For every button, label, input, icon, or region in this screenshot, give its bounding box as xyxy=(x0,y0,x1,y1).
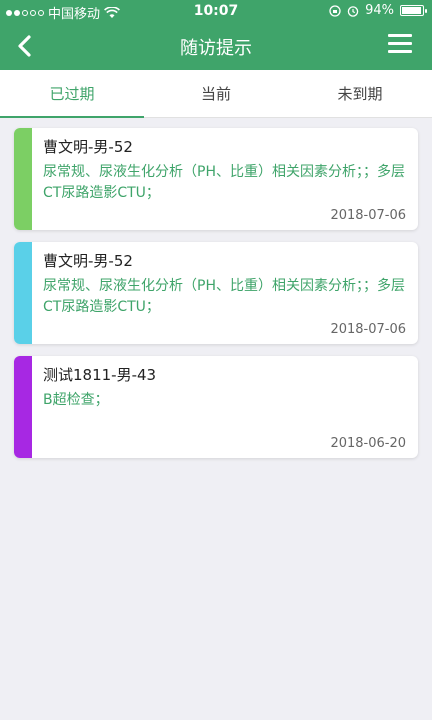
status-bar: 中国移动 10:07 94% xyxy=(0,0,432,22)
active-tab-indicator xyxy=(0,116,144,118)
exam-description: 尿常规、尿液生化分析（PH、比重）相关因素分析；；多层CT尿路造影CTU； xyxy=(43,164,405,201)
rotation-lock-icon xyxy=(329,4,341,17)
followup-list: 曹文明-男-52 尿常规、尿液生化分析（PH、比重）相关因素分析；；多层CT尿路… xyxy=(14,128,418,470)
followup-card[interactable]: 测试1811-男-43 B超检查； 2018-06-20 xyxy=(14,356,418,458)
alarm-icon xyxy=(347,5,359,17)
followup-date: 2018-07-06 xyxy=(330,322,406,337)
patient-name: 曹文明-男-52 xyxy=(43,252,133,270)
tab-bar: 已过期 当前 未到期 xyxy=(0,70,432,118)
nav-bar: 随访提示 xyxy=(0,22,432,70)
followup-date: 2018-07-06 xyxy=(330,208,406,223)
patient-name: 曹文明-男-52 xyxy=(43,138,133,156)
tab-expired[interactable]: 已过期 xyxy=(0,70,144,118)
exam-description: B超检查； xyxy=(43,392,109,408)
tab-upcoming[interactable]: 未到期 xyxy=(288,70,432,118)
patient-name: 测试1811-男-43 xyxy=(43,366,157,384)
battery-percent: 94% xyxy=(365,3,394,18)
followup-date: 2018-06-20 xyxy=(330,436,406,451)
battery-icon xyxy=(400,5,427,16)
followup-card[interactable]: 曹文明-男-52 尿常规、尿液生化分析（PH、比重）相关因素分析；；多层CT尿路… xyxy=(14,242,418,344)
status-right: 94% xyxy=(329,3,427,18)
status-stripe xyxy=(14,128,32,230)
status-stripe xyxy=(14,242,32,344)
tab-current[interactable]: 当前 xyxy=(144,70,288,118)
status-stripe xyxy=(14,356,32,458)
menu-icon[interactable] xyxy=(388,34,412,58)
page-title: 随访提示 xyxy=(180,38,252,59)
followup-card[interactable]: 曹文明-男-52 尿常规、尿液生化分析（PH、比重）相关因素分析；；多层CT尿路… xyxy=(14,128,418,230)
exam-description: 尿常规、尿液生化分析（PH、比重）相关因素分析；；多层CT尿路造影CTU； xyxy=(43,278,405,315)
